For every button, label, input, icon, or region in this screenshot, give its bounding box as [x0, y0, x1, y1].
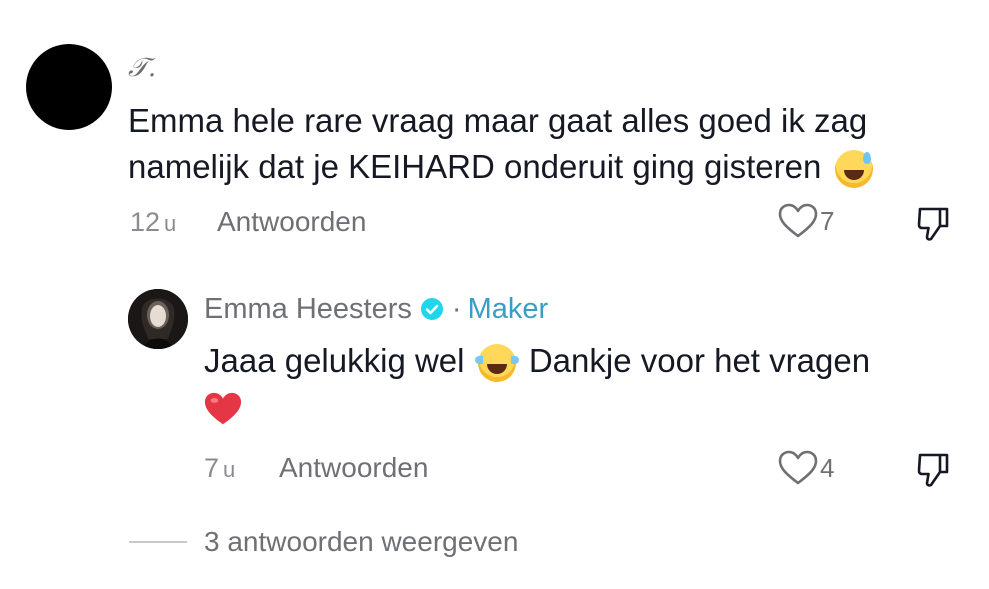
reply-body-part1: Jaaa gelukkig wel	[204, 342, 465, 379]
comment-like-button[interactable]: 7	[778, 203, 834, 239]
avatar-portrait	[128, 289, 188, 349]
reply-author-avatar[interactable]	[128, 289, 188, 349]
heart-outline-icon	[778, 450, 818, 485]
reply-to-reply-button[interactable]: Antwoorden	[279, 452, 428, 484]
reply-button[interactable]: Antwoorden	[217, 206, 366, 238]
reply-header: Emma Heesters · Maker	[204, 292, 548, 326]
comment-text: Emma hele rare vraag maar gaat alles goe…	[128, 98, 958, 190]
thumbs-down-icon	[917, 207, 949, 241]
comment-body: Emma hele rare vraag maar gaat alles goe…	[128, 102, 868, 185]
commenter-avatar[interactable]	[26, 44, 112, 130]
view-more-replies-button[interactable]: 3 antwoorden weergeven	[204, 525, 518, 559]
reply-time-value: 7	[204, 453, 220, 483]
sweat-smile-emoji	[834, 150, 873, 189]
reply-timestamp: 7u	[204, 452, 235, 486]
tears-of-joy-emoji	[474, 344, 519, 383]
reply-text: Jaaa gelukkig wel Dankje voor het vragen	[204, 338, 964, 430]
comment-time-unit: u	[164, 211, 177, 236]
verified-badge-icon	[420, 298, 443, 320]
red-heart-emoji	[204, 393, 242, 425]
heart-outline-icon	[778, 203, 818, 238]
comment-dislike-button[interactable]	[916, 206, 950, 247]
replies-divider	[129, 541, 187, 543]
reply-dislike-button[interactable]	[916, 452, 950, 493]
header-separator: ·	[451, 293, 462, 325]
comment-timestamp: 12 u	[130, 206, 176, 240]
reply-body-part2: Dankje voor het vragen	[528, 342, 871, 379]
comment-time-value: 12	[130, 207, 161, 237]
comment-like-count: 7	[820, 205, 835, 236]
thumbs-down-icon	[917, 453, 949, 487]
reply-like-count: 4	[820, 452, 835, 483]
reply-time-unit: u	[223, 457, 236, 482]
reply-author-name[interactable]: Emma Heesters	[204, 292, 412, 326]
maker-badge: Maker	[467, 293, 549, 325]
reply-like-button[interactable]: 4	[778, 450, 834, 486]
commenter-username[interactable]: 𝒯.	[128, 52, 156, 84]
